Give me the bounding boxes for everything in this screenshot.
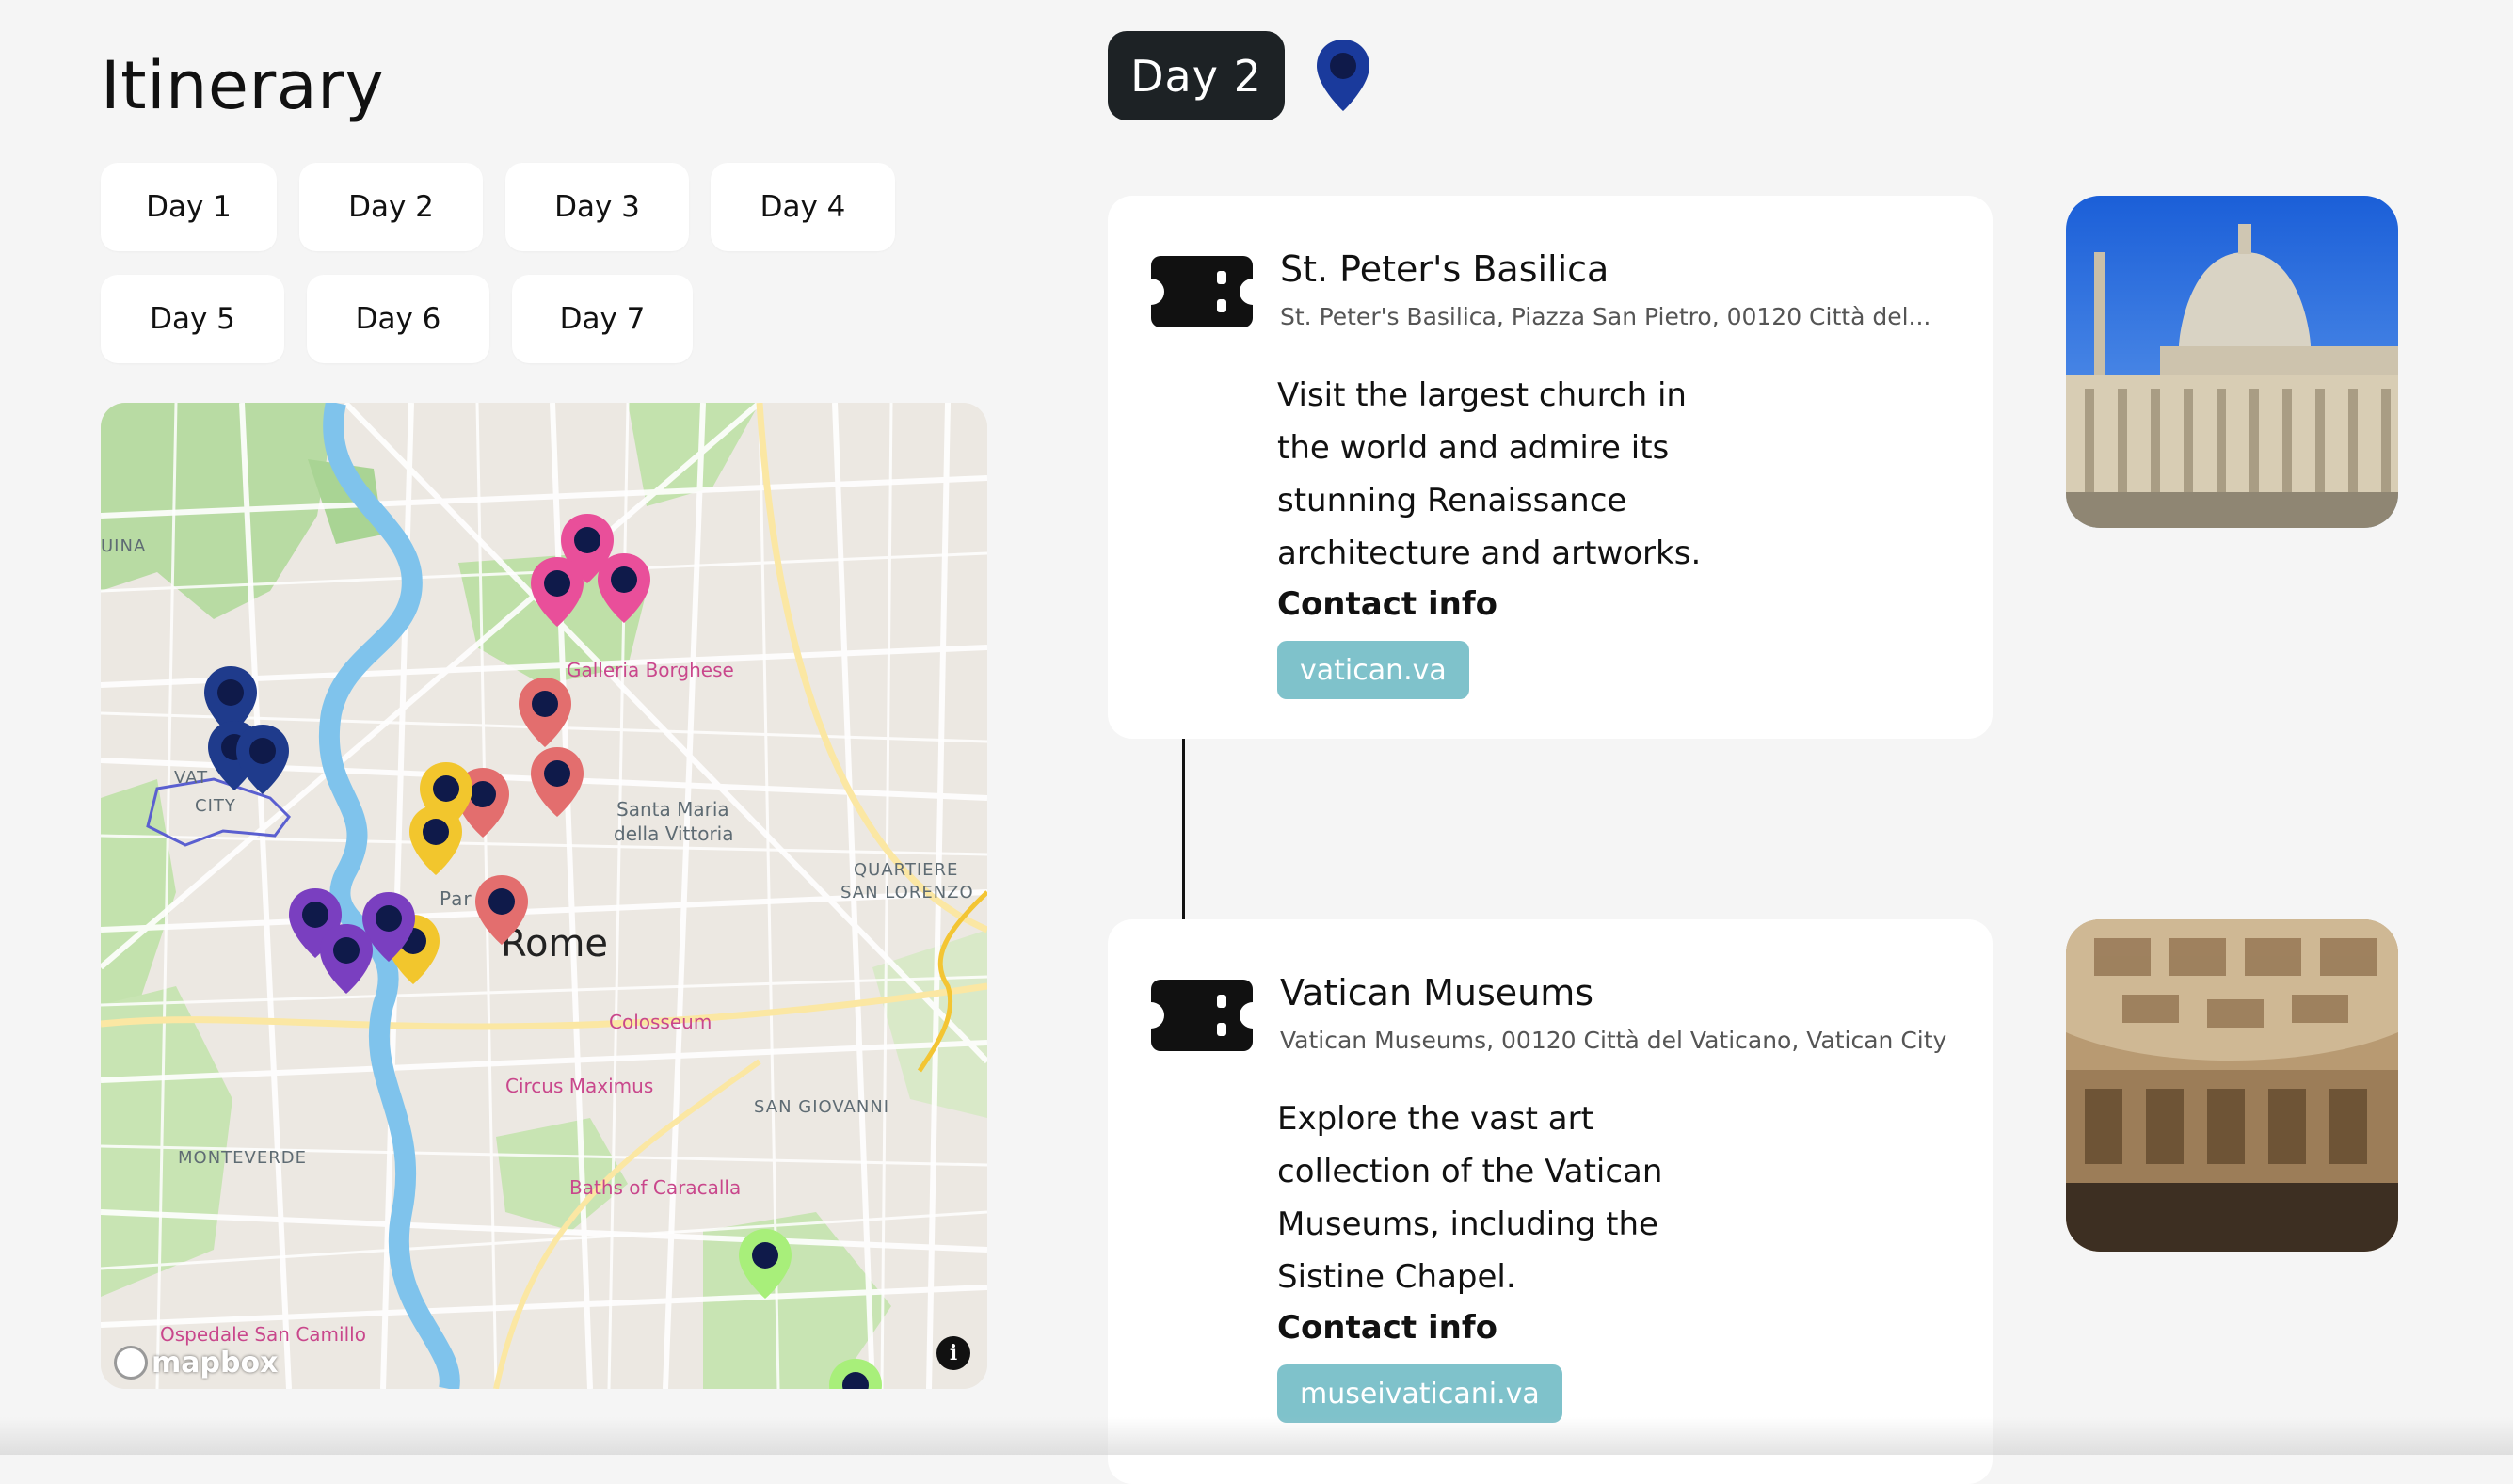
day-pin-icon — [1317, 40, 1369, 111]
tab-day-2[interactable]: Day 2 — [299, 163, 483, 251]
mapbox-logo-icon — [114, 1346, 148, 1380]
card-description: Explore the vast art collection of the V… — [1277, 1100, 1663, 1296]
map-label-ospedale: Ospedale San Camillo — [160, 1323, 366, 1346]
map-label-galleria-borghese: Galleria Borghese — [567, 659, 734, 681]
map-label-pantheon: Par — [440, 887, 472, 910]
card-title: St. Peter's Basilica — [1280, 248, 1609, 290]
card-description: Visit the largest church in the world an… — [1277, 376, 1702, 572]
selected-day-badge: Day 2 — [1108, 31, 1285, 120]
mapbox-logo-text: mapbox — [152, 1346, 279, 1380]
card-address: St. Peter's Basilica, Piazza San Pietro,… — [1280, 303, 1931, 330]
map-label-circus-maximus: Circus Maximus — [505, 1075, 654, 1097]
map-pin[interactable] — [527, 745, 587, 821]
map-label-city: CITY — [195, 796, 236, 816]
map-pin[interactable] — [527, 555, 587, 630]
map-label-quina: UINA — [101, 536, 147, 556]
tab-day-1[interactable]: Day 1 — [101, 163, 277, 251]
map-label-colosseum: Colosseum — [609, 1011, 712, 1033]
map-pin[interactable] — [825, 1357, 886, 1389]
map-pin[interactable] — [316, 922, 376, 997]
map-label-san-lorenzo: SAN LORENZO — [840, 883, 974, 902]
map-label-santa-maria: Santa Maria — [616, 798, 729, 821]
map-pin[interactable] — [406, 804, 466, 879]
itinerary-card: Vatican Museums Vatican Museums, 00120 C… — [1108, 919, 1993, 1484]
mapbox-logo[interactable]: mapbox — [114, 1346, 278, 1380]
map-label-monteverde: MONTEVERDE — [178, 1148, 307, 1168]
map-pin[interactable] — [472, 873, 532, 949]
contact-info-label: Contact info — [1277, 585, 1497, 623]
ticket-icon — [1151, 256, 1253, 327]
ticket-icon — [1151, 980, 1253, 1051]
st-peters-basilica-photo — [2066, 196, 2398, 528]
bottom-shadow — [0, 1417, 2513, 1455]
card-address: Vatican Museums, 00120 Città del Vatican… — [1280, 1027, 1947, 1054]
map-label-vatican: VAT — [174, 768, 209, 788]
tab-day-4[interactable]: Day 4 — [711, 163, 895, 251]
map-pin[interactable] — [232, 723, 293, 798]
timeline-connector — [1182, 739, 1185, 919]
itinerary-map[interactable]: Galleria Borghese Santa Maria della Vitt… — [101, 403, 987, 1389]
website-link[interactable]: museivaticani.va — [1277, 1364, 1562, 1423]
vatican-museums-photo — [2066, 919, 2398, 1252]
tab-day-6[interactable]: Day 6 — [307, 275, 489, 363]
tab-day-3[interactable]: Day 3 — [505, 163, 689, 251]
contact-info-label: Contact info — [1277, 1309, 1497, 1347]
card-title: Vatican Museums — [1280, 972, 1594, 1013]
map-pin[interactable] — [515, 676, 575, 751]
map-pin[interactable] — [735, 1227, 795, 1302]
itinerary-card: St. Peter's Basilica St. Peter's Basilic… — [1108, 196, 1993, 739]
map-info-icon[interactable]: i — [936, 1336, 970, 1370]
tab-day-7[interactable]: Day 7 — [512, 275, 693, 363]
tab-day-5[interactable]: Day 5 — [101, 275, 284, 363]
map-label-quartiere: QUARTIERE — [854, 860, 959, 880]
page-title: Itinerary — [101, 47, 385, 124]
map-label-san-giovanni: SAN GIOVANNI — [754, 1097, 890, 1117]
website-link[interactable]: vatican.va — [1277, 641, 1469, 699]
map-pin[interactable] — [594, 551, 654, 627]
map-label-baths-of-caracalla: Baths of Caracalla — [569, 1176, 742, 1199]
map-label-della-vittoria: della Vittoria — [614, 822, 734, 845]
